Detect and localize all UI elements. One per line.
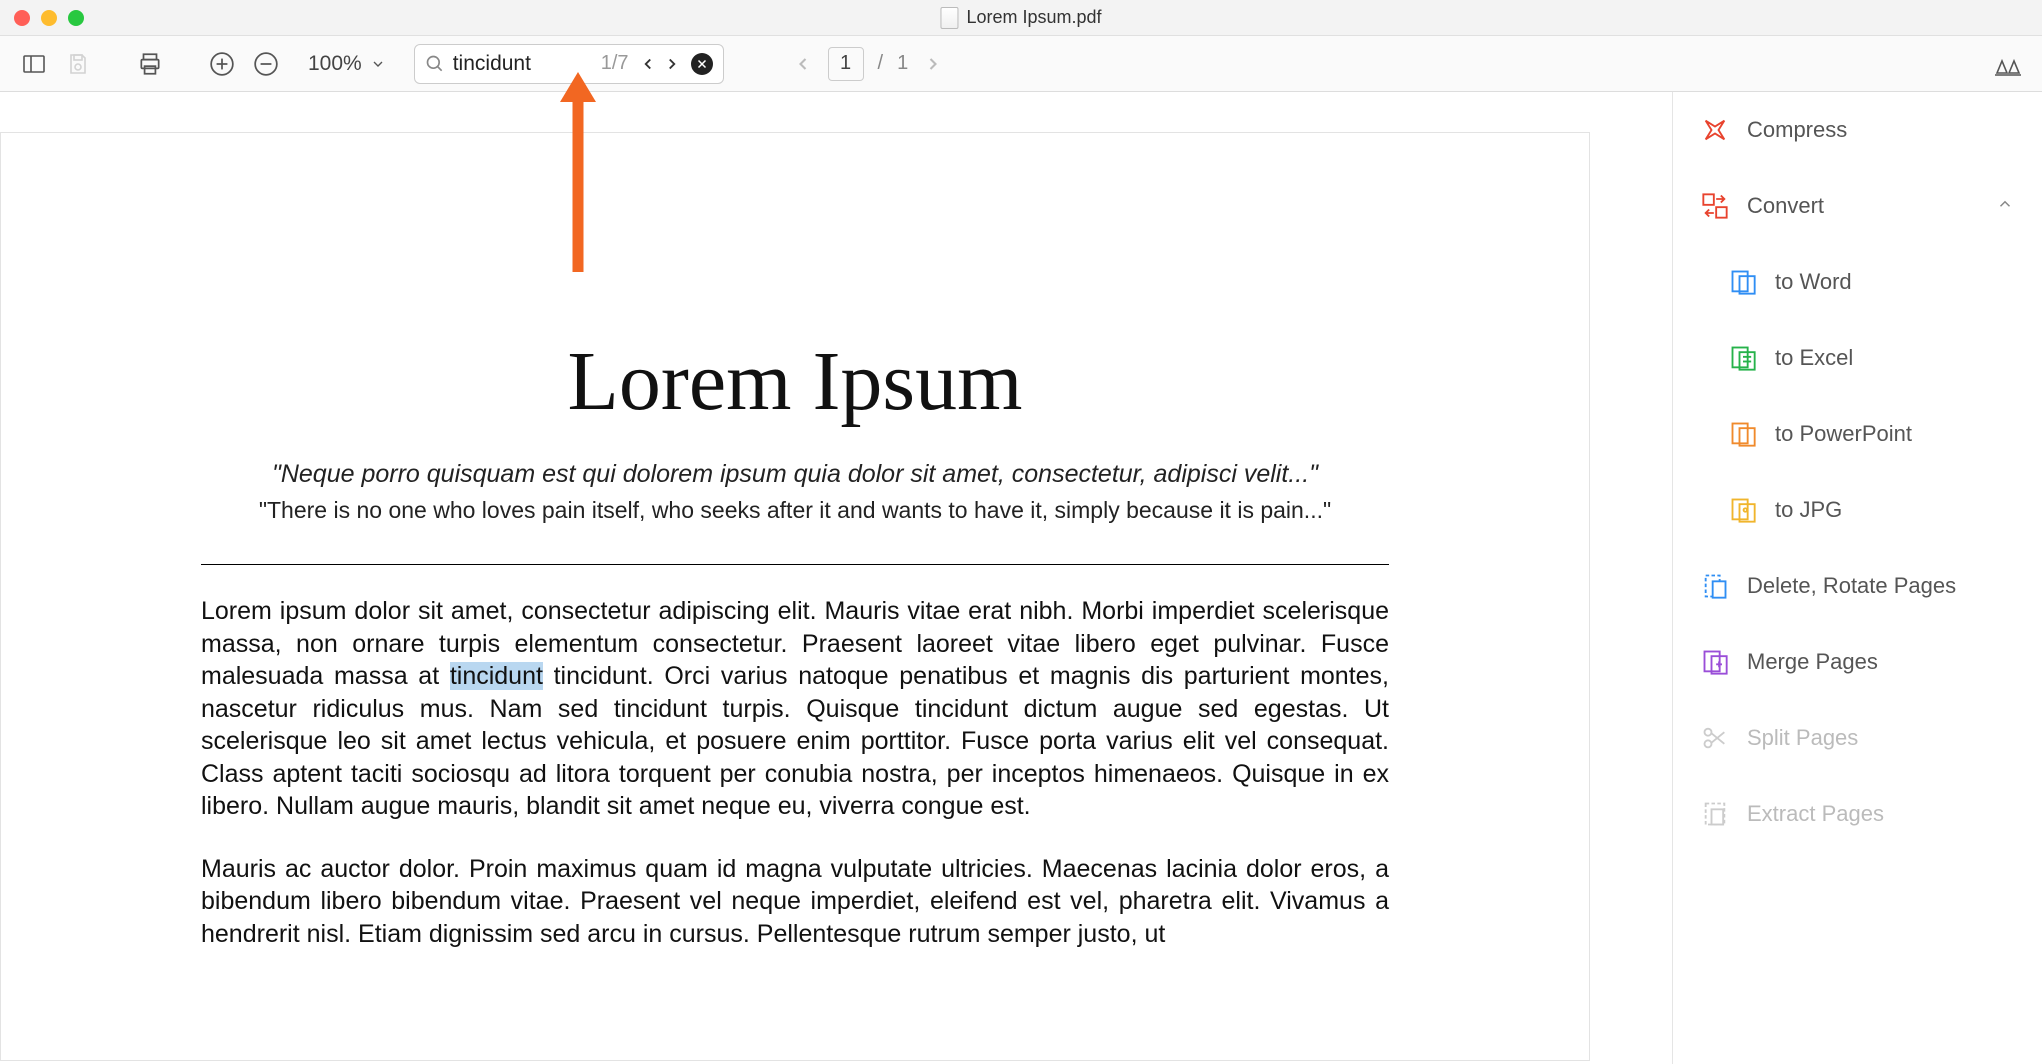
sidebar-label: Merge Pages [1747, 649, 2014, 675]
zoom-in-button[interactable] [204, 46, 240, 82]
page-navigation: 1 / 1 [792, 47, 945, 81]
sidebar-item-to-word[interactable]: to Word [1673, 244, 2042, 320]
sidebar-item-merge[interactable]: Merge Pages [1673, 624, 2042, 700]
zoom-level-label: 100% [304, 52, 366, 76]
powerpoint-icon [1729, 420, 1757, 448]
toolbar: 100% 1/7 1 [0, 36, 2042, 92]
tools-sidebar: Compress Convert to Word [1672, 92, 2042, 1064]
print-button[interactable] [132, 46, 168, 82]
chevron-down-icon [370, 56, 386, 72]
window-controls [14, 10, 84, 26]
document-icon [940, 7, 958, 29]
sidebar-item-to-powerpoint[interactable]: to PowerPoint [1673, 396, 2042, 472]
page-total: 1 [897, 52, 908, 75]
zoom-out-button[interactable] [248, 46, 284, 82]
window-title-text: Lorem Ipsum.pdf [966, 7, 1101, 28]
search-result-count: 1/7 [601, 52, 629, 75]
sidebar-item-delete-rotate[interactable]: Delete, Rotate Pages [1673, 548, 2042, 624]
word-icon [1729, 268, 1757, 296]
document-paragraph-2: Mauris ac auctor dolor. Proin maximus qu… [201, 853, 1389, 951]
compress-icon [1701, 116, 1729, 144]
titlebar: Lorem Ipsum.pdf [0, 0, 2042, 36]
sidebar-item-compress[interactable]: Compress [1673, 92, 2042, 168]
search-prev-button[interactable] [637, 53, 659, 75]
current-page-number: 1 [840, 52, 851, 75]
maximize-window-button[interactable] [68, 10, 84, 26]
next-page-button[interactable] [922, 53, 944, 75]
zoom-level-dropdown[interactable]: 100% [304, 52, 386, 76]
sidebar-label: Convert [1747, 193, 1978, 219]
search-box: 1/7 [414, 44, 724, 84]
minimize-window-button[interactable] [41, 10, 57, 26]
sidebar-label: Extract Pages [1747, 801, 2014, 827]
sidebar-item-to-jpg[interactable]: to JPG [1673, 472, 2042, 548]
close-window-button[interactable] [14, 10, 30, 26]
document-divider [201, 564, 1389, 565]
split-icon [1701, 724, 1729, 752]
window-title: Lorem Ipsum.pdf [940, 7, 1101, 29]
extract-icon [1701, 800, 1729, 828]
sidebar-label: to Word [1775, 269, 2014, 295]
prev-page-button[interactable] [792, 53, 814, 75]
sidebar-label: to Excel [1775, 345, 2014, 371]
document-title: Lorem Ipsum [201, 333, 1389, 430]
highlighter-tool-button[interactable] [1990, 46, 2026, 82]
delete-rotate-icon [1701, 572, 1729, 600]
merge-icon [1701, 648, 1729, 676]
sidebar-label: Delete, Rotate Pages [1747, 573, 2014, 599]
search-highlight: tincidunt [450, 662, 543, 690]
sidebar-label: Split Pages [1747, 725, 2014, 751]
search-icon [425, 54, 445, 74]
sidebar-label: to JPG [1775, 497, 2014, 523]
sidebar-label: to PowerPoint [1775, 421, 2014, 447]
page-separator: / [878, 52, 884, 75]
search-clear-button[interactable] [691, 53, 713, 75]
search-input[interactable] [453, 52, 593, 76]
page-number-input[interactable]: 1 [828, 47, 864, 81]
sidebar-item-extract: Extract Pages [1673, 776, 2042, 852]
document-paragraph-1: Lorem ipsum dolor sit amet, consectetur … [201, 595, 1389, 823]
sidebar-item-to-excel[interactable]: to Excel [1673, 320, 2042, 396]
sidebar-item-split: Split Pages [1673, 700, 2042, 776]
convert-icon [1701, 192, 1729, 220]
sidebar-label: Compress [1747, 117, 2014, 143]
document-quote-2: "There is no one who loves pain itself, … [201, 497, 1389, 524]
jpg-icon [1729, 496, 1757, 524]
document-viewport[interactable]: Lorem Ipsum "Neque porro quisquam est qu… [0, 92, 1672, 1064]
sidebar-toggle-button[interactable] [16, 46, 52, 82]
save-button[interactable] [60, 46, 96, 82]
document-page: Lorem Ipsum "Neque porro quisquam est qu… [0, 132, 1590, 1061]
document-quote-1: "Neque porro quisquam est qui dolorem ip… [201, 460, 1389, 489]
excel-icon [1729, 344, 1757, 372]
search-next-button[interactable] [661, 53, 683, 75]
chevron-up-icon [1996, 193, 2014, 219]
sidebar-item-convert[interactable]: Convert [1673, 168, 2042, 244]
